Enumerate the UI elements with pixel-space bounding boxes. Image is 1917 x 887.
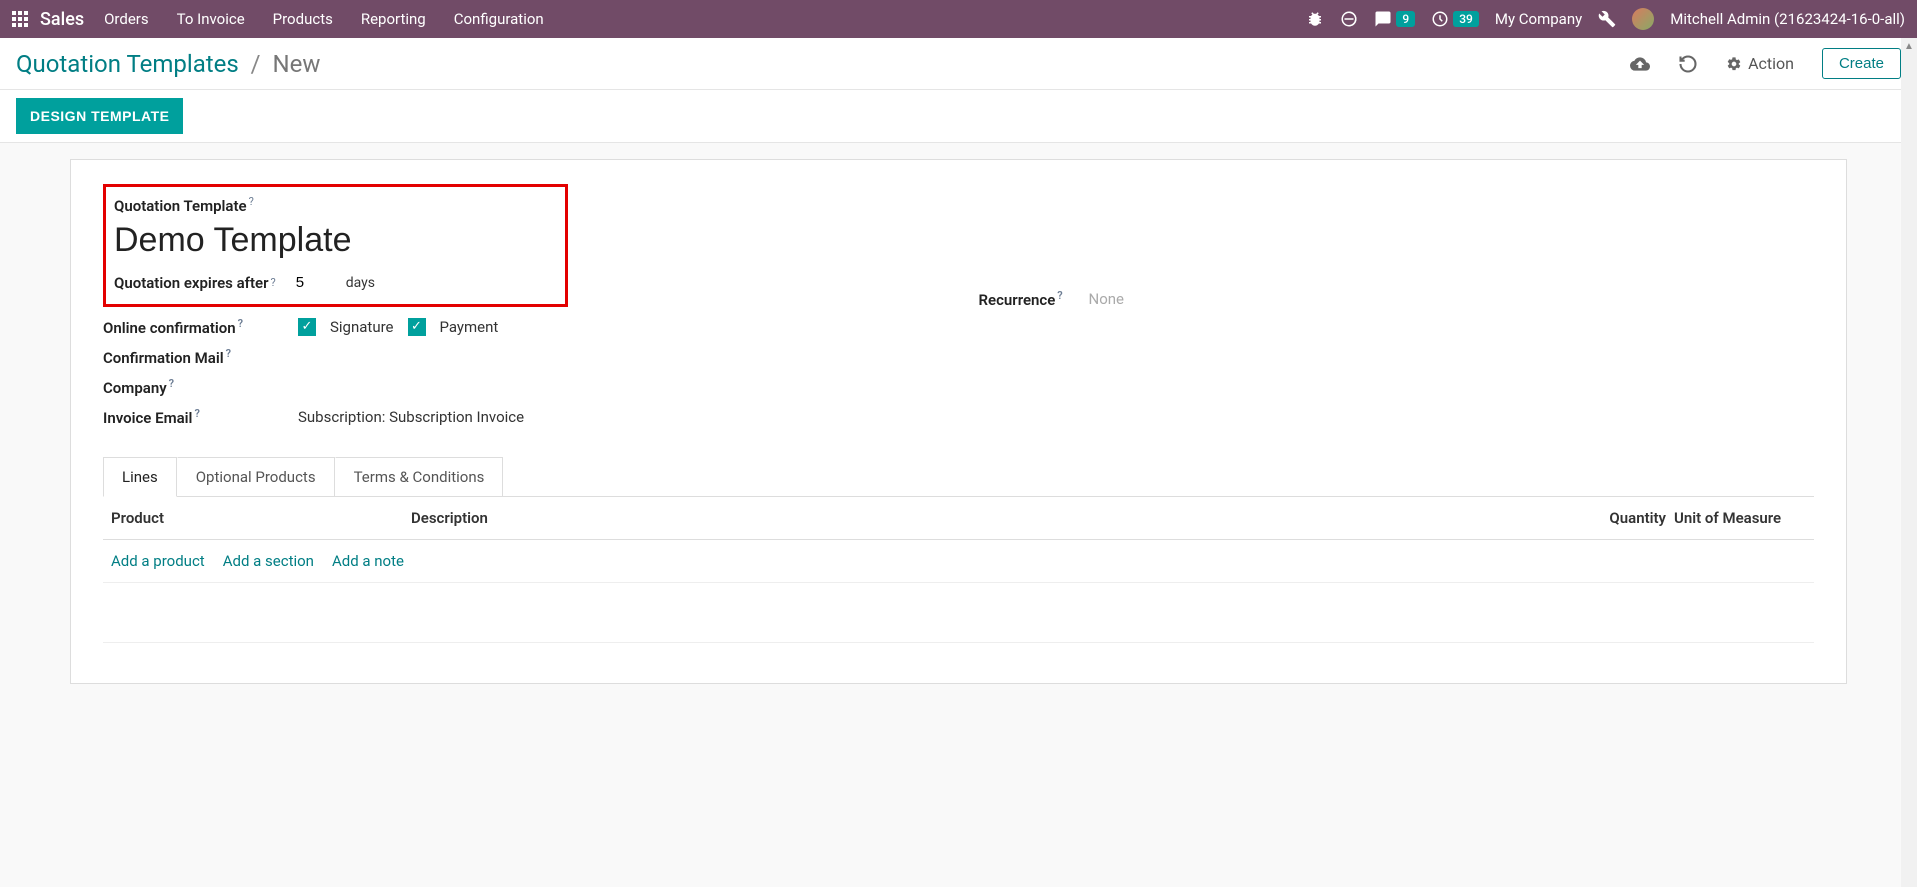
template-name-label: Quotation Template	[114, 197, 247, 215]
activities-badge: 39	[1453, 11, 1479, 27]
user-menu[interactable]: Mitchell Admin (21623424-16-0-all)	[1670, 10, 1905, 28]
tab-optional-products[interactable]: Optional Products	[177, 457, 335, 496]
help-icon[interactable]: ?	[226, 347, 231, 360]
apps-icon[interactable]	[12, 11, 28, 27]
action-label: Action	[1748, 54, 1794, 73]
table-action-row: Add a product Add a section Add a note	[103, 540, 1814, 583]
menu-configuration[interactable]: Configuration	[454, 10, 544, 28]
company-label: Company	[103, 379, 167, 397]
help-icon[interactable]: ?	[194, 407, 199, 420]
add-section-link[interactable]: Add a section	[223, 552, 314, 570]
highlighted-region: Quotation Template? Quotation expires af…	[103, 184, 568, 307]
menu-reporting[interactable]: Reporting	[361, 10, 426, 28]
discard-icon[interactable]	[1678, 54, 1698, 74]
col-description: Description	[411, 509, 1586, 527]
breadcrumb-parent[interactable]: Quotation Templates	[16, 50, 239, 78]
help-icon[interactable]: ?	[169, 377, 174, 390]
invoice-email-label: Invoice Email	[103, 409, 192, 427]
company-switcher[interactable]: My Company	[1495, 10, 1582, 28]
signature-checkbox[interactable]: ✓	[298, 318, 316, 336]
tools-icon[interactable]	[1598, 10, 1616, 28]
confirmation-mail-label: Confirmation Mail	[103, 349, 224, 367]
template-name-input[interactable]	[114, 221, 557, 260]
action-bar: Quotation Templates / New Action Create	[0, 38, 1917, 90]
breadcrumb-current: New	[273, 50, 321, 78]
design-template-button[interactable]: DESIGN TEMPLATE	[16, 98, 183, 134]
messages-button[interactable]: 9	[1374, 10, 1415, 28]
expires-days-input[interactable]	[296, 274, 326, 291]
add-product-link[interactable]: Add a product	[111, 552, 205, 570]
expires-suffix: days	[346, 275, 375, 291]
navbar-right: 9 39 My Company Mitchell Admin (21623424…	[1306, 8, 1905, 30]
expires-label: Quotation expires after	[114, 274, 269, 292]
menu-to-invoice[interactable]: To Invoice	[177, 10, 245, 28]
status-row: DESIGN TEMPLATE	[0, 90, 1917, 143]
vertical-scrollbar[interactable]: ▲	[1901, 38, 1917, 887]
signature-label: Signature	[330, 318, 394, 336]
avatar[interactable]	[1632, 8, 1654, 30]
recurrence-field[interactable]: None	[1089, 290, 1125, 308]
tabs: Lines Optional Products Terms & Conditio…	[103, 457, 1814, 497]
online-confirmation-label: Online confirmation	[103, 319, 236, 337]
support-icon[interactable]	[1340, 10, 1358, 28]
empty-row	[103, 583, 1814, 643]
help-icon[interactable]: ?	[271, 276, 276, 289]
scroll-up-icon[interactable]: ▲	[1901, 38, 1917, 54]
col-uom: Unit of Measure	[1666, 509, 1806, 527]
recurrence-label: Recurrence	[979, 291, 1056, 309]
cloud-save-icon[interactable]	[1630, 54, 1650, 74]
form-card: Quotation Template? Quotation expires af…	[70, 159, 1847, 684]
invoice-email-field[interactable]: Subscription: Subscription Invoice	[298, 408, 524, 426]
tab-lines[interactable]: Lines	[103, 457, 177, 497]
action-dropdown[interactable]: Action	[1726, 54, 1794, 73]
col-product: Product	[111, 509, 411, 527]
app-brand[interactable]: Sales	[40, 9, 84, 30]
help-icon[interactable]: ?	[1057, 289, 1062, 302]
payment-label: Payment	[440, 318, 499, 336]
menu-products[interactable]: Products	[273, 10, 333, 28]
activities-button[interactable]: 39	[1431, 10, 1479, 28]
tab-terms-conditions[interactable]: Terms & Conditions	[335, 457, 504, 496]
messages-badge: 9	[1396, 11, 1415, 27]
debug-icon[interactable]	[1306, 10, 1324, 28]
main-menu: Orders To Invoice Products Reporting Con…	[104, 10, 544, 28]
help-icon[interactable]: ?	[238, 317, 243, 330]
add-note-link[interactable]: Add a note	[332, 552, 404, 570]
create-button[interactable]: Create	[1822, 48, 1901, 79]
table-header: Product Description Quantity Unit of Mea…	[103, 497, 1814, 540]
main-area: Quotation Template? Quotation expires af…	[0, 143, 1917, 700]
col-quantity: Quantity	[1586, 509, 1666, 527]
menu-orders[interactable]: Orders	[104, 10, 149, 28]
help-icon[interactable]: ?	[249, 195, 254, 208]
breadcrumb-separator: /	[251, 50, 261, 78]
payment-checkbox[interactable]: ✓	[408, 318, 426, 336]
breadcrumb: Quotation Templates / New	[16, 50, 320, 78]
top-navbar: Sales Orders To Invoice Products Reporti…	[0, 0, 1917, 38]
